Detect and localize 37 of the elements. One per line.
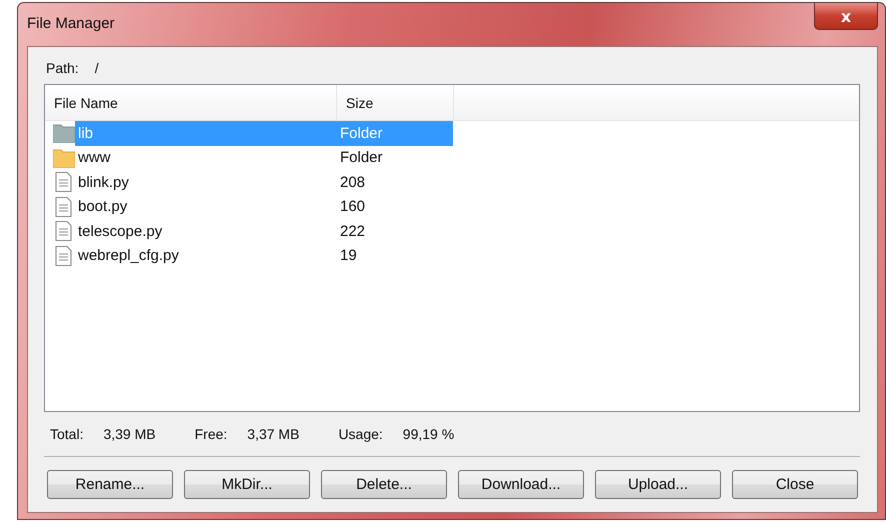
file-name: blink.py [77,174,130,191]
column-header[interactable]: File Name [45,85,337,120]
window-title: File Manager [27,15,115,32]
window-close-button[interactable]: x [814,3,878,30]
file-row[interactable]: telescope.py 222 [75,219,453,244]
stat-value: 3,37 MB [247,426,300,442]
file-size: 19 [339,247,358,264]
dialog-button[interactable]: Close [732,470,858,499]
file-size: 222 [339,222,366,240]
path-label: Path: [46,60,79,78]
stat-value: 99,19 % [402,426,454,442]
file-name: lib [77,124,94,142]
dialog-button[interactable]: Download... [458,470,584,499]
stat-label: Free: [194,426,228,442]
file-row[interactable]: blink.py 208 [75,170,453,194]
dialog-button[interactable]: MkDir... [184,470,310,499]
file-name: www [77,149,112,166]
stat-value: 3,39 MB [103,426,156,442]
file-size: Folder [339,124,384,142]
file-row[interactable]: www Folder [75,146,453,170]
dialog-button[interactable]: Delete... [321,470,447,499]
file-row[interactable]: webrepl_cfg.py 19 [75,244,453,268]
file-size: 208 [339,174,366,191]
file-size: 160 [339,198,366,216]
dialog-button[interactable]: Rename... [47,470,173,499]
folder-icon [53,123,75,144]
folder-icon [53,148,75,168]
stat-label: Usage: [338,426,383,442]
path-value: / [94,60,99,78]
column-header[interactable]: Size [337,85,454,120]
dialog-button[interactable]: Upload... [595,470,721,499]
file-name: telescope.py [77,222,164,240]
file-row[interactable]: boot.py 160 [75,194,453,219]
stat-label: Total: [50,426,84,442]
file-size: Folder [339,149,384,166]
file-name: boot.py [77,198,128,216]
file-name: webrepl_cfg.py [77,247,180,264]
